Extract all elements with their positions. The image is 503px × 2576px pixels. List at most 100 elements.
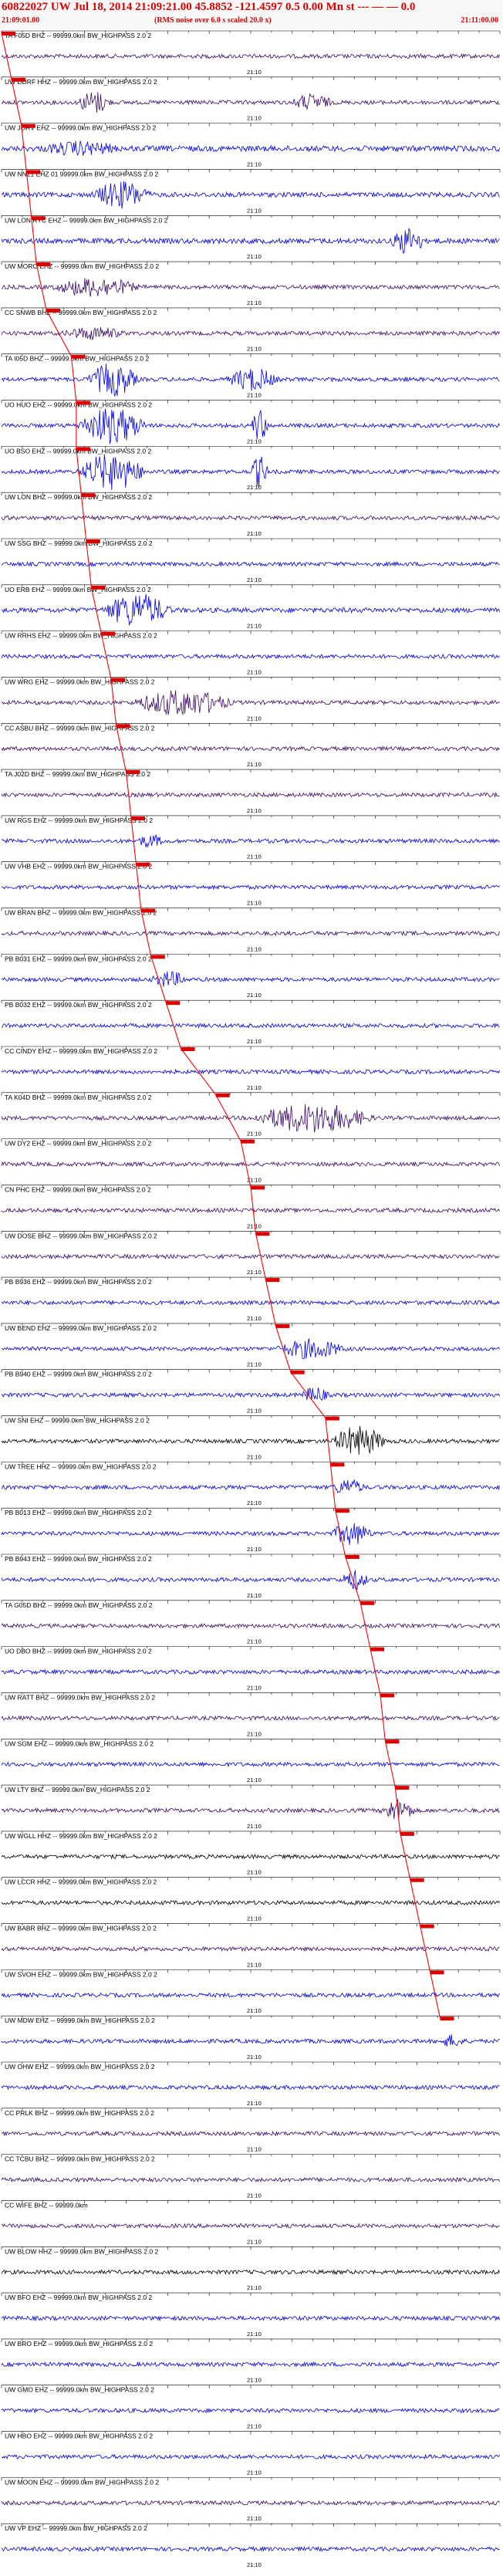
waveform xyxy=(1,560,500,567)
trace-label: UW LON RYC EHZ -- 99999.0km BW_HIGHPASS … xyxy=(5,216,168,224)
trace-label: UO DBO BHZ -- 99999.0km BW_HIGHPASS 2.0 … xyxy=(5,1648,152,1655)
pick-marker xyxy=(2,32,15,35)
trace-37: UW SGM EHZ -- 99999.0km BW_HIGHPASS 2.0 … xyxy=(1,1738,501,1783)
time-marker-label: 21:10 xyxy=(247,854,262,860)
time-marker-label: 21:10 xyxy=(247,945,262,952)
time-marker-label: 21:10 xyxy=(247,761,262,768)
waveform xyxy=(1,2407,500,2414)
pick-marker xyxy=(241,1139,255,1144)
trace-label: UW OHW EHZ -- 99999.0km BW_HIGHPASS 2.0 … xyxy=(5,2063,155,2071)
pick-moveout-line xyxy=(1,32,441,2019)
trace-17: UW RGS EHZ -- 99999.0km BW_HIGHPASS 2.0 … xyxy=(1,815,501,860)
pick-marker xyxy=(101,631,116,636)
pick-marker xyxy=(335,1509,349,1513)
waveform xyxy=(1,326,500,340)
waveform xyxy=(1,1622,500,1629)
trace-51: UW GMO EHZ -- 99999.0km BW_HIGHPASS 2.0 … xyxy=(1,2385,501,2430)
time-marker-label: 21:10 xyxy=(247,1776,262,1783)
trace-11: UW SSG BHZ -- 99999.0km BW_HIGHPASS 2.0 … xyxy=(1,538,501,583)
pick-marker xyxy=(255,1232,270,1236)
time-marker-label: 21:10 xyxy=(247,1961,262,1968)
time-marker-label: 21:10 xyxy=(247,900,262,907)
trace-9: UO BSO EHZ -- 99999.0km BW_HIGHPASS 2.0 … xyxy=(1,446,501,491)
time-marker-label: 21:10 xyxy=(247,1638,262,1645)
trace-label: UW BEND EHZ -- 99999.0km BW_HIGHPASS 2.0… xyxy=(5,1324,157,1332)
pick-marker xyxy=(290,1370,305,1374)
time-marker-label: 21:10 xyxy=(247,115,262,122)
trace-label: PB B013 EHZ -- 99999.0km BW_HIGHPASS 2.0… xyxy=(5,1509,152,1516)
trace-53: UW MOON EHZ -- 99999.0km BW_HIGHPASS 2.0… xyxy=(1,2477,501,2522)
trace-label: CC WIFE BHZ -- 99999.0km xyxy=(5,2201,88,2209)
pick-marker xyxy=(136,862,150,867)
pick-marker xyxy=(11,77,25,82)
trace-label: UW MORO EHZ -- 99999.0km BW_HIGHPASS 2.0… xyxy=(5,262,159,270)
waveform xyxy=(1,2361,500,2368)
pick-marker xyxy=(440,2017,454,2021)
trace-10: UW LON BHZ -- 99999.0km BW_HIGHPASS 2.0 … xyxy=(1,492,501,537)
time-marker-label: 21:10 xyxy=(247,2515,262,2522)
waveform xyxy=(1,1853,500,1860)
time-marker-label: 21:10 xyxy=(247,299,262,306)
time-marker-label: 21:10 xyxy=(247,2054,262,2060)
seismogram-plot: TA F05D BHZ -- 99999.0km BW_HIGHPASS 2.0… xyxy=(1,30,501,2568)
waveform xyxy=(1,1388,500,1401)
trace-label: UW TREE HHZ -- 99999.0km BW_HIGHPASS 2.0… xyxy=(5,1462,157,1470)
trace-54: UW VP EHZ -- 99999.0km BW_HIGHPASS 2.0 2… xyxy=(1,2523,501,2568)
trace-23: TA K04D BHZ -- 99999.0km BW_HIGHPASS 2.0… xyxy=(1,1092,501,1138)
waveform xyxy=(1,745,500,752)
waveform xyxy=(1,1715,500,1722)
trace-1: UW DDRF HHZ -- 99999.0km BW_HIGHPASS 2.0… xyxy=(1,76,501,122)
waveform xyxy=(1,278,500,297)
trace-45: CC PRLK BHZ -- 99999.0km BW_HIGHPASS 2.0… xyxy=(1,2108,501,2153)
trace-label: UW SGM EHZ -- 99999.0km BW_HIGHPASS 2.0 … xyxy=(5,1739,154,1747)
time-marker-label: 21:10 xyxy=(247,207,262,214)
trace-label: PB B936 EHZ -- 99999.0km BW_HIGHPASS 2.0… xyxy=(5,1278,152,1286)
time-marker-label: 21:10 xyxy=(247,1453,262,1460)
pick-marker xyxy=(150,955,165,959)
pick-marker xyxy=(370,1647,385,1651)
trace-label: TA F05D BHZ -- 99999.0km BW_HIGHPASS 2.0… xyxy=(5,32,151,39)
pick-marker xyxy=(36,262,51,267)
time-marker-label: 21:10 xyxy=(247,1131,262,1138)
waveform xyxy=(1,1761,500,1768)
waveform xyxy=(1,1104,500,1133)
trace-15: CC ASBU BHZ -- 99999.0km BW_HIGHPASS 2.0… xyxy=(1,722,501,768)
time-marker-label: 21:10 xyxy=(247,1269,262,1276)
waveform xyxy=(1,1161,500,1168)
trace-27: PB B936 EHZ -- 99999.0km BW_HIGHPASS 2.0… xyxy=(1,1276,501,1322)
pick-marker xyxy=(410,1878,424,1882)
pick-marker xyxy=(76,401,90,405)
trace-24: UW DY2 EHZ -- 99999.0km BW_HIGHPASS 2.0 … xyxy=(1,1138,501,1183)
trace-13: UW RRHS EHZ -- 99999.0km BW_HIGHPASS 2.0… xyxy=(1,630,501,675)
time-marker-label: 21:10 xyxy=(247,253,262,260)
waveform xyxy=(1,2269,500,2276)
waveform xyxy=(1,92,500,113)
trace-20: PB B031 EHZ -- 99999.0km BW_HIGHPASS 2.0… xyxy=(1,954,501,999)
pick-marker xyxy=(116,724,130,729)
pick-marker xyxy=(111,678,126,682)
trace-14: UW WRG EHZ -- 99999.0km BW_HIGHPASS 2.0 … xyxy=(1,677,501,722)
pick-marker xyxy=(21,123,35,128)
time-marker-label: 21:10 xyxy=(247,1869,262,1876)
time-marker-label: 21:10 xyxy=(247,2238,262,2245)
time-marker-label: 21:10 xyxy=(247,1915,262,1922)
waveform xyxy=(1,227,500,254)
trace-40: UW LCCR HHZ -- 99999.0km BW_HIGHPASS 2.0… xyxy=(1,1877,501,1922)
time-marker-label: 21:10 xyxy=(247,715,262,722)
trace-label: UW VHB EHZ -- 99999.0km BW_HIGHPASS 2.0 … xyxy=(5,863,152,870)
time-marker-label: 21:10 xyxy=(247,2007,262,2014)
trace-7: TA I05D BHZ -- 99999.0km BW_HIGHPASS 2.0… xyxy=(1,353,501,399)
trace-46: CC TCBU BHZ -- 99999.0km BW_HIGHPASS 2.0… xyxy=(1,2154,501,2199)
trace-label: TA G05D BHZ -- 99999.0km BW_HIGHPASS 2.0… xyxy=(5,1601,153,1609)
pick-marker xyxy=(130,816,145,820)
waveform xyxy=(1,140,500,157)
waveform xyxy=(1,181,500,209)
waveform xyxy=(1,1668,500,1675)
waveform xyxy=(1,2453,500,2460)
waveform xyxy=(1,1799,500,1820)
time-marker-label: 21:10 xyxy=(247,2331,262,2338)
trace-28: UW BEND EHZ -- 99999.0km BW_HIGHPASS 2.0… xyxy=(1,1323,501,1368)
pick-marker xyxy=(76,447,90,451)
time-marker-label: 21:10 xyxy=(247,2377,262,2384)
waveform xyxy=(1,690,500,715)
